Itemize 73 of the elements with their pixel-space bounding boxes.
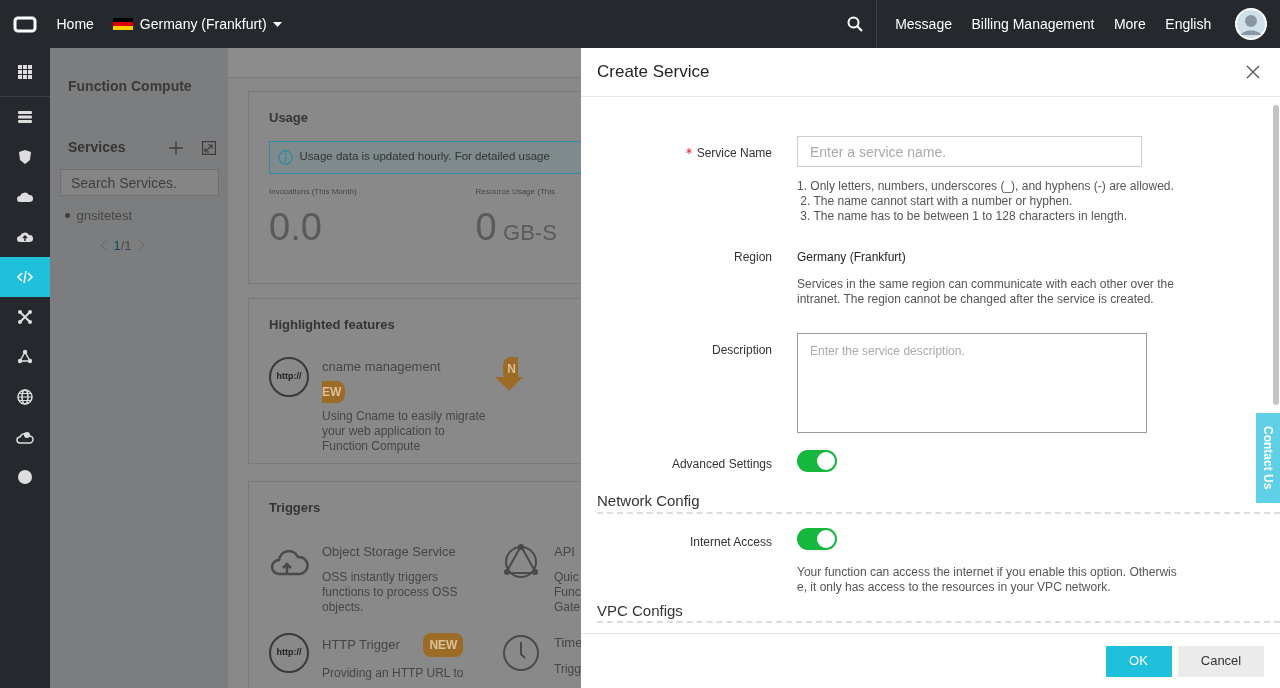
http-icon: http:// (269, 356, 309, 397)
search-icon[interactable] (847, 16, 864, 32)
new-badge: EW (322, 380, 346, 403)
http-icon: http:// (269, 633, 309, 673)
topbar-link[interactable]: Message (888, 13, 959, 35)
scrollbar[interactable] (1273, 105, 1279, 405)
help-text: Your function can access the internet if you enable this option. Otherwis e, it only has access to the resources in your VPC network. (797, 564, 1178, 595)
feature-description: Providing an HTTP URL to (322, 666, 464, 681)
help-text: 1. Only letters, numbers, underscores (_), and hyphens (-) are allowed. (797, 179, 1174, 194)
network-icon (16, 308, 34, 326)
feature-description: functions to process OSS (322, 585, 458, 600)
topbar-link[interactable]: Billing Management (964, 13, 1101, 35)
topbar-link[interactable]: English (1158, 13, 1218, 35)
bullet-icon (65, 213, 70, 219)
avatar-icon[interactable] (1235, 8, 1267, 40)
circle-icon (16, 468, 34, 486)
section-heading: VPC Configs (597, 600, 683, 620)
help-text: 2. The name cannot start with a number or hyphen. (799, 194, 1074, 209)
close-icon[interactable] (1246, 65, 1260, 79)
cancel-button[interactable]: Cancel (1178, 645, 1264, 677)
feature-title[interactable]: cname management (322, 356, 441, 376)
text-area[interactable]: Enter the service description. (797, 333, 1147, 433)
region-selector[interactable]: Germany (Frankfurt) (113, 13, 283, 35)
sidebar-title: Function Compute (68, 77, 193, 96)
feature-title[interactable]: API (554, 541, 575, 561)
help-text: 3. The name has to be between 1 to 128 characters in length. (799, 209, 1128, 224)
clock-icon (501, 633, 541, 673)
feature-description: Trigg (554, 661, 581, 677)
toggle-switch[interactable] (797, 527, 837, 550)
feature-description: OSS instantly triggers (322, 570, 440, 585)
card-title: Usage (269, 109, 310, 127)
germany-flag-icon (113, 18, 134, 30)
page-indicator: 1/1 (113, 236, 132, 255)
apps-icon (16, 63, 34, 81)
service-item[interactable]: gnsitetest (76, 206, 133, 226)
caret-icon (273, 21, 283, 27)
info-text: Usage data is updated hourly. For detailed usage (299, 149, 550, 165)
drawer-title: Create Service (597, 61, 710, 84)
contact-tab[interactable]: Contact Us (1256, 413, 1280, 503)
text-field[interactable]: Enter a service name. (797, 136, 1142, 167)
info-icon (278, 149, 293, 165)
field-label: Advanced Settings (671, 457, 772, 471)
feature-description: Func (554, 585, 581, 600)
feature-description: Using Cname to easily migrate your web application to Function Compute (322, 408, 487, 454)
field-label: Internet Access (689, 534, 772, 549)
field-label: Service Name (696, 146, 772, 160)
new-badge: NEW (423, 633, 464, 657)
feature-description: objects. (322, 600, 365, 615)
nodes-icon (16, 348, 34, 366)
card-title: Highlighted features (269, 316, 396, 334)
feature-title[interactable]: Object Storage Service (322, 541, 456, 561)
section-heading: Services (68, 138, 126, 157)
code-icon (16, 268, 34, 286)
search-field[interactable]: Search Services. (60, 169, 219, 196)
feature-description: Quic (554, 570, 580, 585)
server-icon (16, 108, 34, 126)
home-link[interactable]: Home (56, 13, 94, 35)
globe-icon (16, 388, 34, 406)
field-label: Region (733, 250, 772, 264)
card-title: Triggers (269, 499, 322, 517)
field-label: Description (711, 343, 772, 357)
feature-title[interactable]: HTTP Trigger (322, 635, 400, 655)
feature-title[interactable]: Time (554, 633, 581, 653)
help-text: Services in the same region can communicate with each other over the intranet. The region cannot be changed after the service is created. (797, 277, 1175, 307)
expand-icon[interactable] (202, 140, 216, 155)
feature-description: Gate (554, 600, 581, 615)
ok-button[interactable]: OK (1105, 645, 1172, 677)
toggle-switch[interactable] (797, 450, 837, 472)
shield-icon (16, 148, 34, 166)
topbar-link[interactable]: More (1107, 13, 1153, 35)
section-heading: Network Config (597, 491, 700, 510)
pointer-icon (495, 376, 523, 391)
field-value: Germany (Frankfurt) (797, 249, 907, 266)
